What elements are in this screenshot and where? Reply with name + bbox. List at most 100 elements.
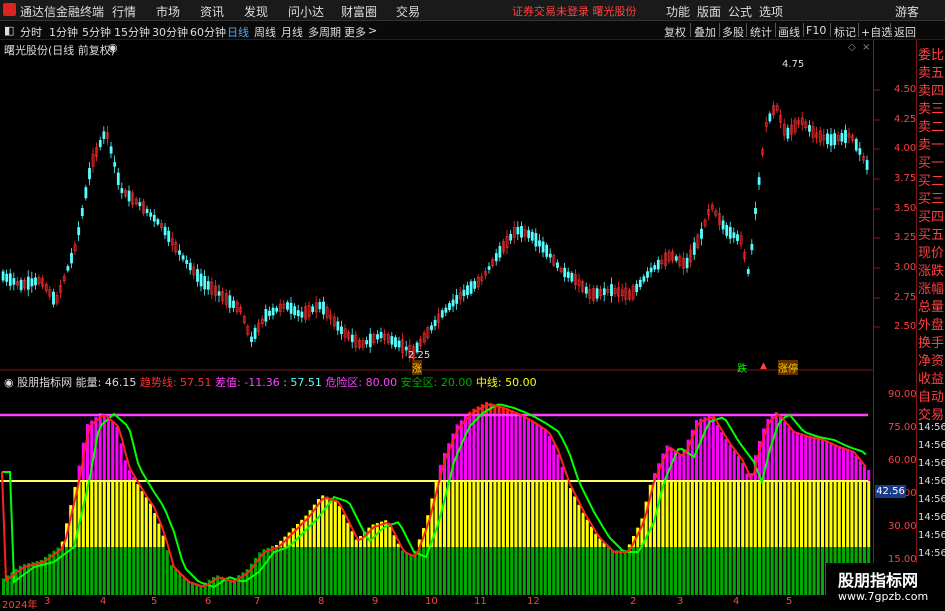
side-panel-item[interactable]: 交易	[918, 404, 944, 423]
event-limit-up-mark[interactable]: 涨停	[778, 360, 798, 375]
side-panel-item[interactable]: 买三	[918, 188, 944, 207]
menu-item-guest[interactable]: 游客	[895, 3, 919, 20]
trend-value: 57.51	[180, 376, 212, 389]
menu-item-formula[interactable]: 公式	[728, 3, 752, 20]
menu-item-news[interactable]: 资讯	[200, 3, 224, 20]
period-weekly[interactable]: 周线	[254, 24, 276, 40]
event-up-mark[interactable]: 涨	[412, 360, 422, 375]
side-panel-item[interactable]: 14:56	[918, 422, 945, 433]
side-panel-item[interactable]: 14:56	[918, 476, 945, 487]
period-5min[interactable]: 5分钟	[82, 24, 111, 40]
menu-item-trade[interactable]: 交易	[396, 3, 420, 20]
tool-overlay[interactable]: 叠加	[694, 24, 716, 40]
side-panel-item[interactable]: 买二	[918, 170, 944, 189]
side-panel-item[interactable]: 收益	[918, 368, 944, 387]
danger-label: 危险区:	[325, 376, 362, 389]
indicator-header: ◉ 股朋指标网 能量: 46.15 趋势线: 57.51 差值: -11.36 …	[4, 374, 537, 390]
side-panel-item[interactable]: 换手	[918, 332, 944, 351]
menu-item-quotes[interactable]: 行情	[112, 3, 136, 20]
side-panel-item[interactable]: 卖四	[918, 80, 944, 99]
side-panel-item[interactable]: 总量	[918, 296, 944, 315]
settings-circle-icon[interactable]: ◉	[4, 376, 14, 389]
x-tick: 3	[677, 596, 683, 607]
kline-chart-canvas[interactable]	[0, 40, 945, 609]
period-daily[interactable]: 日线	[227, 24, 249, 40]
price-tick: 3.00	[894, 262, 916, 273]
side-panel-item[interactable]: 净资	[918, 350, 944, 369]
period-more[interactable]: 更多	[344, 24, 366, 40]
divider	[690, 23, 691, 37]
divider	[858, 23, 859, 37]
indicator-tick: 30.00	[888, 521, 917, 532]
period-multi[interactable]: 多周期	[308, 24, 341, 40]
x-tick: 6	[205, 596, 211, 607]
chevron-right-icon[interactable]: >	[368, 24, 377, 37]
settings-circle-icon[interactable]: ◉	[108, 41, 118, 54]
side-panel-item[interactable]: 14:56	[918, 530, 945, 541]
divider	[803, 23, 804, 37]
price-tick: 2.50	[894, 321, 916, 332]
axis-divider	[873, 40, 874, 595]
side-panel-item[interactable]: 14:56	[918, 440, 945, 451]
tool-restore-rights[interactable]: 复权	[664, 24, 686, 40]
side-panel-item[interactable]: 卖一	[918, 134, 944, 153]
x-tick: 12	[527, 596, 540, 607]
divider	[775, 23, 776, 37]
price-tick: 2.75	[894, 292, 916, 303]
side-panel-item[interactable]: 现价	[918, 242, 944, 261]
menu-item-ask[interactable]: 问小达	[288, 3, 324, 20]
close-icon[interactable]: ×	[862, 42, 870, 53]
login-notice[interactable]: 证券交易未登录 曙光股份	[512, 3, 637, 19]
menu-item-function[interactable]: 功能	[666, 3, 690, 20]
tool-f10[interactable]: F10	[806, 24, 826, 37]
tool-draw-line[interactable]: 画线	[778, 24, 800, 40]
tool-mark[interactable]: 标记	[834, 24, 856, 40]
tool-add-favorite[interactable]: +自选	[861, 24, 892, 40]
side-panel-item[interactable]: 14:56	[918, 458, 945, 469]
diff-value: -11.36	[244, 376, 279, 389]
indicator-tick: 75.00	[888, 422, 917, 433]
danger-value: 80.00	[366, 376, 398, 389]
menu-item-wealth[interactable]: 财富圈	[341, 3, 377, 20]
diamond-icon[interactable]: ◇	[848, 42, 856, 53]
side-panel-item[interactable]: 涨幅	[918, 278, 944, 297]
period-30min[interactable]: 30分钟	[152, 24, 188, 40]
period-60min[interactable]: 60分钟	[190, 24, 226, 40]
menu-item-market[interactable]: 市场	[156, 3, 180, 20]
side-panel-item[interactable]: 买四	[918, 206, 944, 225]
indicator-tick: 60.00	[888, 455, 917, 466]
period-monthly[interactable]: 月线	[281, 24, 303, 40]
side-panel-item[interactable]: 买五	[918, 224, 944, 243]
side-panel-item[interactable]: 卖五	[918, 62, 944, 81]
event-down-mark[interactable]: 跌	[737, 360, 747, 375]
tool-stats[interactable]: 统计	[750, 24, 772, 40]
side-panel-item[interactable]: 外盘	[918, 314, 944, 333]
period-15min[interactable]: 15分钟	[114, 24, 150, 40]
side-panel-item[interactable]: 涨跌	[918, 260, 944, 279]
x-axis: 2024年 3 4 5 6 7 8 9 10 11 12 2 3 4 5	[0, 596, 873, 609]
period-timeshare[interactable]: 分时	[20, 24, 42, 40]
app-logo-icon	[3, 3, 16, 16]
indicator-tick: 90.00	[888, 389, 917, 400]
side-panel-item[interactable]: 卖二	[918, 116, 944, 135]
side-panel-item[interactable]: 14:56	[918, 512, 945, 523]
menu-item-options[interactable]: 选项	[759, 3, 783, 20]
divider	[719, 23, 720, 37]
collapse-icon[interactable]: ◧	[4, 24, 14, 37]
side-panel-item[interactable]: 14:56	[918, 548, 945, 559]
menu-item-discover[interactable]: 发现	[244, 3, 268, 20]
tool-multi-stock[interactable]: 多股	[722, 24, 744, 40]
x-tick: 2	[630, 596, 636, 607]
side-panel-item[interactable]: 买一	[918, 152, 944, 171]
menu-item-layout[interactable]: 版面	[697, 3, 721, 20]
chart-title: 曙光股份(日线 前复权)	[4, 42, 115, 58]
indicator-name[interactable]: 股朋指标网	[17, 376, 72, 389]
side-panel-item[interactable]: 自动	[918, 386, 944, 405]
x-tick: 7	[254, 596, 260, 607]
side-panel-item[interactable]: 14:56	[918, 494, 945, 505]
diff-label: 差值:	[215, 376, 241, 389]
period-1min[interactable]: 1分钟	[49, 24, 78, 40]
side-panel-item[interactable]: 卖三	[918, 98, 944, 117]
side-panel-item[interactable]: 委比	[918, 44, 944, 63]
tool-back[interactable]: 返回	[894, 24, 916, 40]
